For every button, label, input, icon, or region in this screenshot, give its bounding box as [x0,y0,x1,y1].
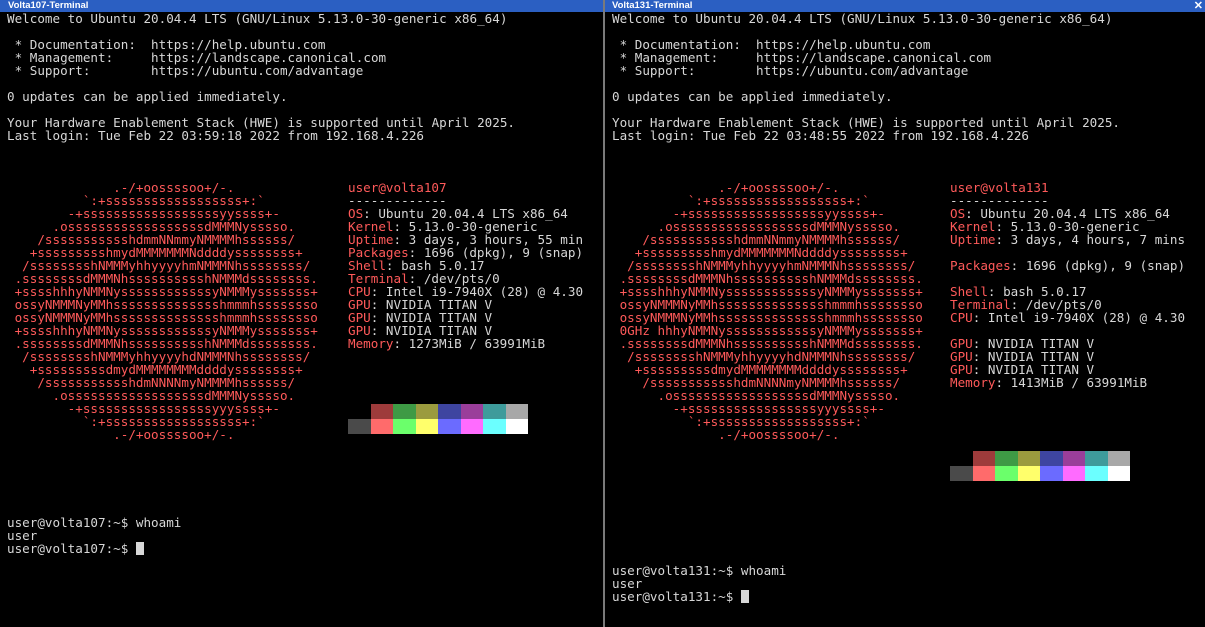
info-line: Memory: 1273MiB / 63991MiB [348,337,583,350]
info-value: : 1273MiB / 63991MiB [393,336,546,351]
ubuntu-ascii-logo: .-/+oossssoo+/-. `:+ssssssssssssssssss+:… [612,181,952,441]
info-value: : Intel i9-7940X (28) @ 4.30 [972,310,1186,325]
shell-prompt: user@volta107:~$ [7,541,136,556]
close-icon[interactable]: ✕ [1194,0,1203,12]
palette-swatch [995,466,1018,481]
palette-swatch [483,404,506,419]
palette-swatch [438,404,461,419]
palette-swatch [972,466,995,481]
palette-swatch [415,404,438,419]
text-cursor[interactable] [740,590,749,603]
palette-swatch [1107,451,1130,466]
info-line: Uptime: 3 days, 4 hours, 7 mins [950,233,1185,246]
palette-swatch [1085,451,1108,466]
motd-block-line: Last login: Tue Feb 22 03:59:18 2022 fro… [7,128,425,143]
info-key: Memory [950,375,996,390]
palette-swatch [950,451,973,466]
palette-swatch [483,419,506,434]
motd-block-line: * Support: https://ubuntu.com/advantage [7,63,364,78]
ubuntu-ascii-logo-line: .-/+oossssoo+/-. [7,427,235,442]
palette-swatch [1017,451,1040,466]
palette-swatch [393,404,416,419]
palette-swatch [460,404,483,419]
palette-swatch [370,419,393,434]
palette-swatch [505,419,528,434]
palette-swatch [415,419,438,434]
palette-swatch [393,419,416,434]
palette-swatch [460,419,483,434]
palette-swatch [438,419,461,434]
motd-block-line: Welcome to Ubuntu 20.04.4 LTS (GNU/Linux… [612,11,1113,26]
palette-swatch [348,419,371,434]
palette-swatch [1040,466,1063,481]
current-prompt-line[interactable]: user@volta131:~$ [612,590,786,603]
system-info: user@volta107 ------------- OS: Ubuntu 20.… [348,181,583,350]
info-line: Memory: 1413MiB / 63991MiB [950,376,1185,389]
palette-swatch [1085,466,1108,481]
system-info: user@volta131 ------------- OS: Ubuntu 20.… [950,181,1185,389]
info-value: : 3 days, 4 hours, 7 mins [995,232,1186,247]
ubuntu-ascii-logo: .-/+oossssoo+/-. `:+ssssssssssssssssss+:… [7,181,347,441]
color-palette [950,451,1130,481]
palette-swatch [1107,466,1130,481]
motd-block-line: Last login: Tue Feb 22 03:48:55 2022 fro… [612,128,1030,143]
prompt-block[interactable]: user@volta131:~$ whoami user user@volta131… [612,564,786,603]
prompt-block[interactable]: user@volta107:~$ whoami user user@volta107… [7,516,181,555]
motd-block-line: Welcome to Ubuntu 20.04.4 LTS (GNU/Linux… [7,11,508,26]
ubuntu-ascii-logo-line: .-/+oossssoo+/-. [612,427,840,442]
palette-swatch [972,451,995,466]
palette-swatch [1062,451,1085,466]
info-line: CPU: Intel i9-7940X (28) @ 4.30 [950,311,1185,324]
info-value: : 1413MiB / 63991MiB [995,375,1148,390]
motd-block-line: 0 updates can be applied immediately. [612,89,893,104]
palette-swatch [348,404,371,419]
info-key: Memory [348,336,394,351]
palette-swatch [505,404,528,419]
color-palette [348,404,528,434]
current-prompt-line[interactable]: user@volta107:~$ [7,542,181,555]
terminal-pane-volta131[interactable]: Volta131-Terminal ✕ Welcome to Ubuntu 20… [605,0,1205,627]
palette-swatch [950,466,973,481]
palette-swatch [370,404,393,419]
palette-swatch [1040,451,1063,466]
palette-swatch [995,451,1018,466]
palette-swatch [1062,466,1085,481]
info-value: : 1696 (dpkg), 9 (snap) [1010,258,1186,273]
motd-block-line: 0 updates can be applied immediately. [7,89,288,104]
info-key: CPU [950,310,973,325]
text-cursor[interactable] [135,542,144,555]
palette-swatch [1017,466,1040,481]
info-key: Packages [950,258,1011,273]
info-key: Uptime [950,232,996,247]
info-line: Packages: 1696 (dpkg), 9 (snap) [950,259,1185,272]
shell-prompt: user@volta131:~$ [612,589,741,604]
terminal-pane-volta107[interactable]: Volta107-Terminal ✕ Welcome to Ubuntu 20… [0,0,603,627]
motd-block-line: * Support: https://ubuntu.com/advantage [612,63,969,78]
